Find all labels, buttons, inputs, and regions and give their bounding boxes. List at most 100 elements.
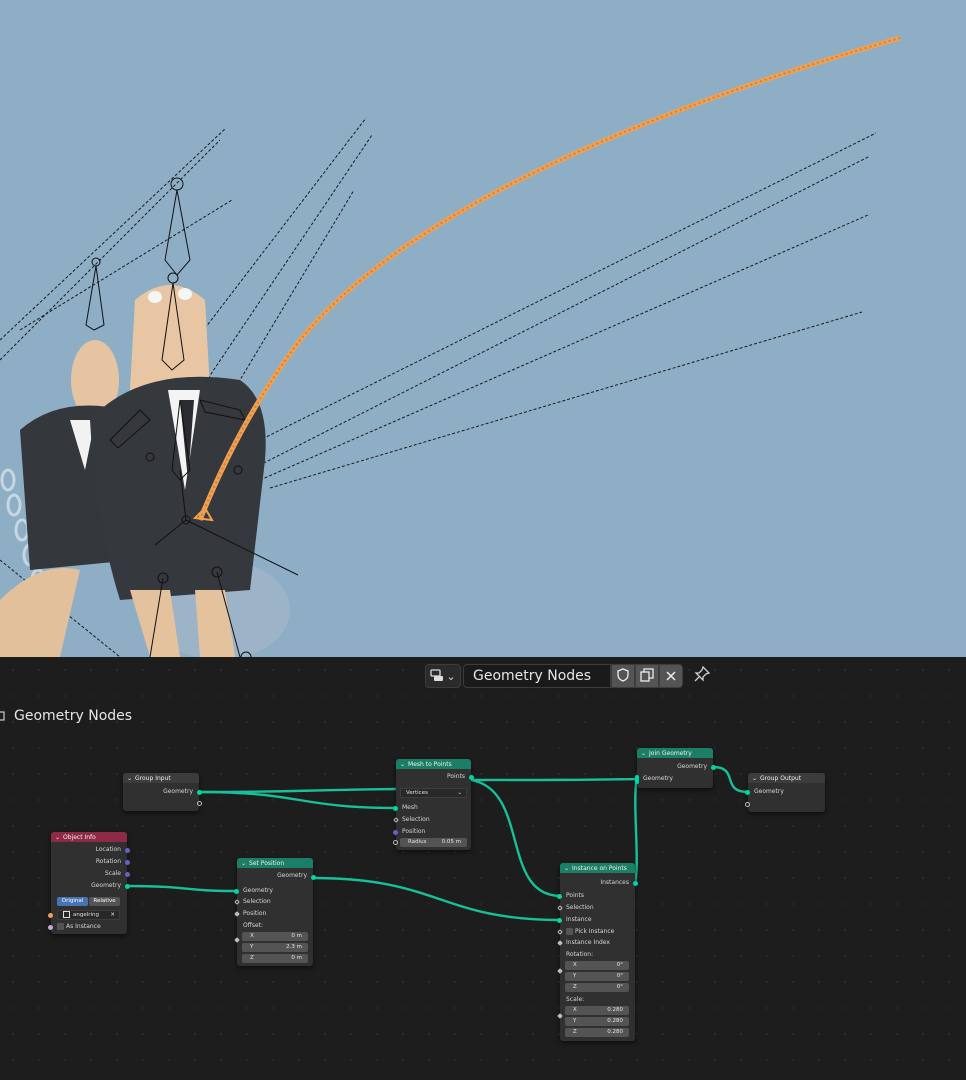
geometry-input-socket[interactable] <box>234 889 239 894</box>
radius-input-socket[interactable] <box>393 840 398 845</box>
socket-label: Scale <box>104 870 121 877</box>
scale-output-socket[interactable] <box>125 872 130 877</box>
mesh-to-points-header[interactable]: ⌄ Mesh to Points <box>396 759 471 769</box>
set-position-header[interactable]: ⌄ Set Position <box>237 858 313 868</box>
group-output-header[interactable]: ⌄ Group Output <box>748 773 825 783</box>
object-info-header[interactable]: ⌄ Object Info <box>51 832 127 842</box>
points-input-socket[interactable] <box>557 894 562 899</box>
close-icon <box>665 667 677 686</box>
offset-z-field[interactable]: Z 0 m <box>242 954 308 963</box>
socket-label: Instance Index <box>566 939 610 946</box>
offset-y-field[interactable]: Y 2.3 m <box>242 943 308 952</box>
points-output-socket[interactable] <box>469 775 474 780</box>
socket-label: Instance <box>566 916 592 923</box>
rotation-z-field[interactable]: Z 0° <box>565 983 629 992</box>
node-title: Instance on Points <box>572 864 627 872</box>
pin-button[interactable] <box>691 665 713 687</box>
group-output-node[interactable]: ⌄ Group Output Geometry <box>745 773 825 812</box>
empty-output-socket[interactable] <box>197 801 202 806</box>
chevron-down-icon[interactable]: ⌄ <box>55 834 60 841</box>
field-value: 0° <box>616 973 623 979</box>
group-input-header[interactable]: ⌄ Group Input <box>123 773 199 783</box>
node-tree-type-button[interactable]: ⌄ <box>425 664 461 688</box>
chevron-down-icon[interactable]: ⌄ <box>752 775 757 782</box>
socket-label: Position <box>243 910 267 917</box>
socket-label: Points <box>566 892 585 899</box>
chevron-down-icon: ⌄ <box>457 790 462 796</box>
field-value: 0.05 m <box>441 839 461 845</box>
scale-z-field[interactable]: Z 0.280 <box>565 1028 629 1037</box>
socket-label: Rotation <box>95 858 121 865</box>
chevron-down-icon: ⌄ <box>446 669 456 683</box>
socket-label: Position <box>402 828 426 835</box>
object-input-socket[interactable] <box>48 913 53 918</box>
object-info-node[interactable]: ⌄ Object Info Location Rotation Scale Ge… <box>48 832 130 934</box>
node-title: Object Info <box>63 833 96 841</box>
socket-label: Selection <box>566 904 594 911</box>
node-title: Group Output <box>760 774 802 782</box>
empty-input-socket[interactable] <box>745 802 750 807</box>
radius-field[interactable]: Radius 0.05 m <box>400 838 467 847</box>
instance-on-points-header[interactable]: ⌄ Instance on Points <box>560 863 635 873</box>
node-tree-name-field[interactable]: Geometry Nodes <box>463 664 611 688</box>
offset-x-field[interactable]: X 0 m <box>242 932 308 941</box>
group-input-node[interactable]: ⌄ Group Input Geometry <box>123 773 202 811</box>
field-value: 0° <box>616 962 623 968</box>
chevron-down-icon[interactable]: ⌄ <box>400 761 405 768</box>
as-instance-input-socket[interactable] <box>48 925 53 930</box>
geometry-output-socket[interactable] <box>711 765 716 770</box>
instance-input-socket[interactable] <box>557 918 562 923</box>
socket-label: Geometry <box>163 788 193 795</box>
location-output-socket[interactable] <box>125 848 130 853</box>
field-label: X <box>573 1007 577 1013</box>
instance-on-points-node[interactable]: ⌄ Instance on Points Instances Points Se… <box>557 863 638 1041</box>
clear-icon[interactable]: ✕ <box>110 911 115 919</box>
set-position-node[interactable]: ⌄ Set Position Geometry Geometry Selecti… <box>234 858 316 966</box>
socket-label: Geometry <box>754 788 784 795</box>
socket-label: Geometry <box>643 775 673 782</box>
mode-original-button[interactable]: Original <box>57 897 88 906</box>
rotation-y-field[interactable]: Y 0° <box>565 972 629 981</box>
node-title: Group Input <box>135 774 171 782</box>
chevron-down-icon[interactable]: ⌄ <box>564 865 569 872</box>
geometry-output-socket[interactable] <box>197 790 202 795</box>
socket-label: Instances <box>600 879 629 886</box>
socket-label: As Instance <box>66 923 101 930</box>
duplicate-button[interactable] <box>635 664 659 688</box>
node-title: Set Position <box>249 859 285 867</box>
socket-label: Points <box>446 773 465 780</box>
instances-output-socket[interactable] <box>633 881 638 886</box>
scale-y-field[interactable]: Y 0.280 <box>565 1017 629 1026</box>
as-instance-checkbox[interactable] <box>57 923 64 930</box>
chevron-down-icon[interactable]: ⌄ <box>241 860 246 867</box>
field-value: 2.3 m <box>286 944 302 950</box>
rotation-x-field[interactable]: X 0° <box>565 961 629 970</box>
socket-label: Selection <box>402 816 430 823</box>
chevron-down-icon[interactable]: ⌄ <box>127 775 132 782</box>
rotation-output-socket[interactable] <box>125 860 130 865</box>
scale-x-field[interactable]: X 0.280 <box>565 1006 629 1015</box>
chevron-down-icon[interactable]: ⌄ <box>641 750 646 757</box>
pick-instance-checkbox[interactable] <box>566 928 573 935</box>
fake-user-button[interactable] <box>611 664 635 688</box>
mode-dropdown[interactable]: Vertices ⌄ <box>400 788 467 798</box>
field-label: Y <box>250 944 254 950</box>
join-geometry-node[interactable]: ⌄ Join Geometry Geometry Geometry <box>635 748 716 788</box>
geometry-output-socket[interactable] <box>311 875 316 880</box>
mode-relative-button[interactable]: Relative <box>89 897 120 906</box>
field-label: Y <box>573 1018 577 1024</box>
node-title: Mesh to Points <box>408 760 452 768</box>
position-input-socket[interactable] <box>393 830 398 835</box>
geometry-multi-input-socket[interactable] <box>635 775 639 784</box>
3d-viewport[interactable] <box>0 0 966 657</box>
unlink-button[interactable] <box>659 664 683 688</box>
object-selector-field[interactable]: angelring ✕ <box>57 910 120 920</box>
socket-label: Location <box>95 846 121 853</box>
dropdown-value: Vertices <box>406 790 428 796</box>
geometry-input-socket[interactable] <box>745 790 750 795</box>
join-geometry-header[interactable]: ⌄ Join Geometry <box>637 748 713 758</box>
geometry-output-socket[interactable] <box>125 884 130 889</box>
mesh-to-points-node[interactable]: ⌄ Mesh to Points Points Vertices ⌄ Mesh … <box>393 759 474 850</box>
mesh-input-socket[interactable] <box>393 806 398 811</box>
node-editor[interactable] <box>0 657 966 1080</box>
